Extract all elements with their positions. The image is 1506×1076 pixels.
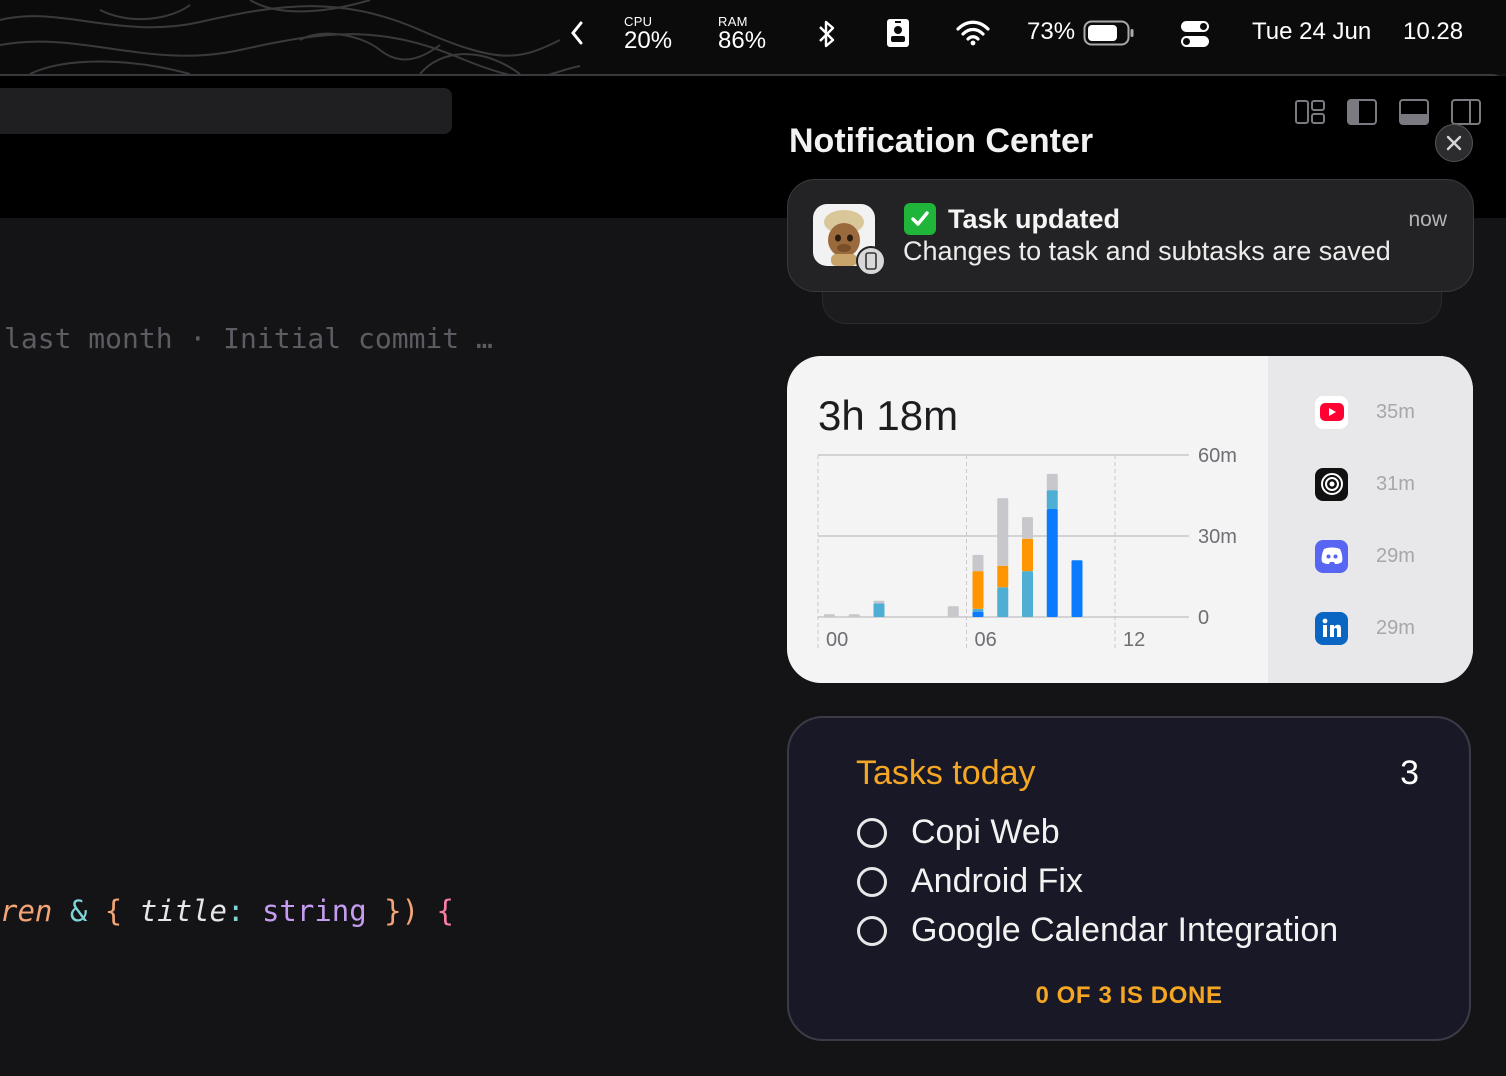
wifi-icon[interactable] <box>955 20 991 51</box>
chart-bar-segment <box>1022 517 1033 539</box>
code-line[interactable]: ren & { title: string }) { <box>0 894 454 928</box>
app-duration: 31m <box>1376 472 1415 495</box>
layout-toggle-group <box>1294 98 1482 126</box>
tasks-count: 3 <box>1400 754 1419 792</box>
tasks-title: Tasks today <box>856 754 1036 792</box>
sidebar-left-icon[interactable] <box>1346 98 1378 126</box>
ram-value: 86% <box>718 27 767 54</box>
task-checkbox[interactable] <box>857 817 887 848</box>
screen-time-widget[interactable]: 3h 18m 60m 30m 0 00 06 12 35m 31m 29m 29m <box>787 356 1473 683</box>
code-token: : <box>227 894 262 928</box>
task-label: Copi Web <box>911 813 1060 851</box>
code-token: { <box>104 894 140 928</box>
chart-bar-segment <box>1022 538 1033 572</box>
code-token: ren <box>0 894 53 928</box>
chart-x-tick-label: 00 <box>826 629 848 651</box>
tasks-widget[interactable]: Tasks today 3 Copi Web Android Fix Googl… <box>787 716 1471 1041</box>
task-item[interactable]: Google Calendar Integration <box>857 911 1338 950</box>
chart-bar-segment <box>997 498 1009 566</box>
notification-title: Task updated <box>948 204 1121 234</box>
tasks-progress-label: 0 OF 3 IS DONE <box>1035 982 1223 1009</box>
chart-bar-segment <box>824 614 835 617</box>
badge-icon[interactable] <box>885 17 911 54</box>
app-duration: 29m <box>1376 544 1415 567</box>
chart-bar-segment <box>873 603 885 617</box>
chart-y-tick-label: 60m <box>1198 445 1237 467</box>
youtube-icon <box>1315 395 1348 429</box>
chart-bar-segment <box>848 614 860 617</box>
task-label: Android Fix <box>911 862 1083 900</box>
command-search-bar[interactable] <box>0 88 452 134</box>
chart-bar-segment <box>972 571 984 609</box>
notification-time: now <box>1408 208 1447 231</box>
battery-percent[interactable]: 73% <box>1027 18 1075 46</box>
chart-y-tick-label: 0 <box>1198 607 1209 629</box>
battery-icon[interactable] <box>1083 20 1135 51</box>
chart-bar-segment <box>1046 473 1058 491</box>
close-button[interactable] <box>1435 124 1473 162</box>
sidebar-right-icon[interactable] <box>1450 98 1482 126</box>
close-icon <box>1446 135 1462 151</box>
top-app-row[interactable]: 29m <box>1315 539 1415 573</box>
device-badge-icon <box>856 246 886 276</box>
control-center-icon[interactable] <box>1179 19 1211 54</box>
task-checkbox[interactable] <box>857 866 887 897</box>
menubar-date[interactable]: Tue 24 Jun <box>1252 18 1371 46</box>
chatgpt-icon <box>1315 467 1348 501</box>
chart-bar-segment <box>1046 509 1058 617</box>
notification-card[interactable]: Task updated Changes to task and subtask… <box>787 179 1474 292</box>
notification-body: Changes to task and subtasks are saved <box>903 236 1391 266</box>
chart-x-tick-label: 12 <box>1123 629 1145 651</box>
notification-center-title: Notification Center <box>789 122 1094 160</box>
chart-bar-segment <box>1071 560 1083 617</box>
top-app-row[interactable]: 29m <box>1315 611 1415 645</box>
code-token: string <box>261 894 367 928</box>
top-app-row[interactable]: 35m <box>1315 395 1415 429</box>
code-token: title <box>139 894 228 928</box>
code-token: & <box>52 894 105 928</box>
code-token: }) <box>366 894 420 928</box>
task-checkbox[interactable] <box>857 915 887 946</box>
git-blame-annotation: last month · Initial commit … <box>4 322 493 355</box>
chart-x-tick-label: 06 <box>975 629 997 651</box>
bluetooth-icon[interactable] <box>815 18 839 55</box>
chart-bar-segment <box>972 608 984 612</box>
chart-bar-segment <box>1046 490 1058 509</box>
chart-bar-segment <box>997 565 1009 588</box>
task-item[interactable]: Copi Web <box>857 813 1060 852</box>
chart-bar-segment <box>972 554 984 572</box>
usage-bar-chart: 60m30m000 06 12 <box>817 445 1237 651</box>
cpu-value: 20% <box>624 27 673 54</box>
chart-y-tick-label: 30m <box>1198 526 1237 548</box>
menu-bar: CPU 20% RAM 86% 73% Tue 24 Jun 10.28 <box>0 0 1506 74</box>
chart-bar-segment <box>972 611 984 617</box>
chevron-left-icon[interactable] <box>568 20 586 51</box>
linkedin-icon <box>1315 611 1348 645</box>
app-duration: 35m <box>1376 400 1415 423</box>
chart-bar-segment <box>997 587 1009 617</box>
grid-layout-icon[interactable] <box>1294 98 1326 126</box>
chart-bar-segment <box>947 606 959 617</box>
chart-bar-segment <box>873 600 885 604</box>
chart-bar-segment <box>1022 571 1033 617</box>
task-label: Google Calendar Integration <box>911 911 1339 949</box>
check-mark-icon <box>904 203 936 235</box>
panel-bottom-icon[interactable] <box>1398 98 1430 126</box>
code-token: { <box>419 894 455 928</box>
menubar-time[interactable]: 10.28 <box>1403 18 1463 46</box>
task-item[interactable]: Android Fix <box>857 862 1083 901</box>
discord-icon <box>1315 539 1348 573</box>
top-app-row[interactable]: 31m <box>1315 467 1415 501</box>
app-duration: 29m <box>1376 616 1415 639</box>
